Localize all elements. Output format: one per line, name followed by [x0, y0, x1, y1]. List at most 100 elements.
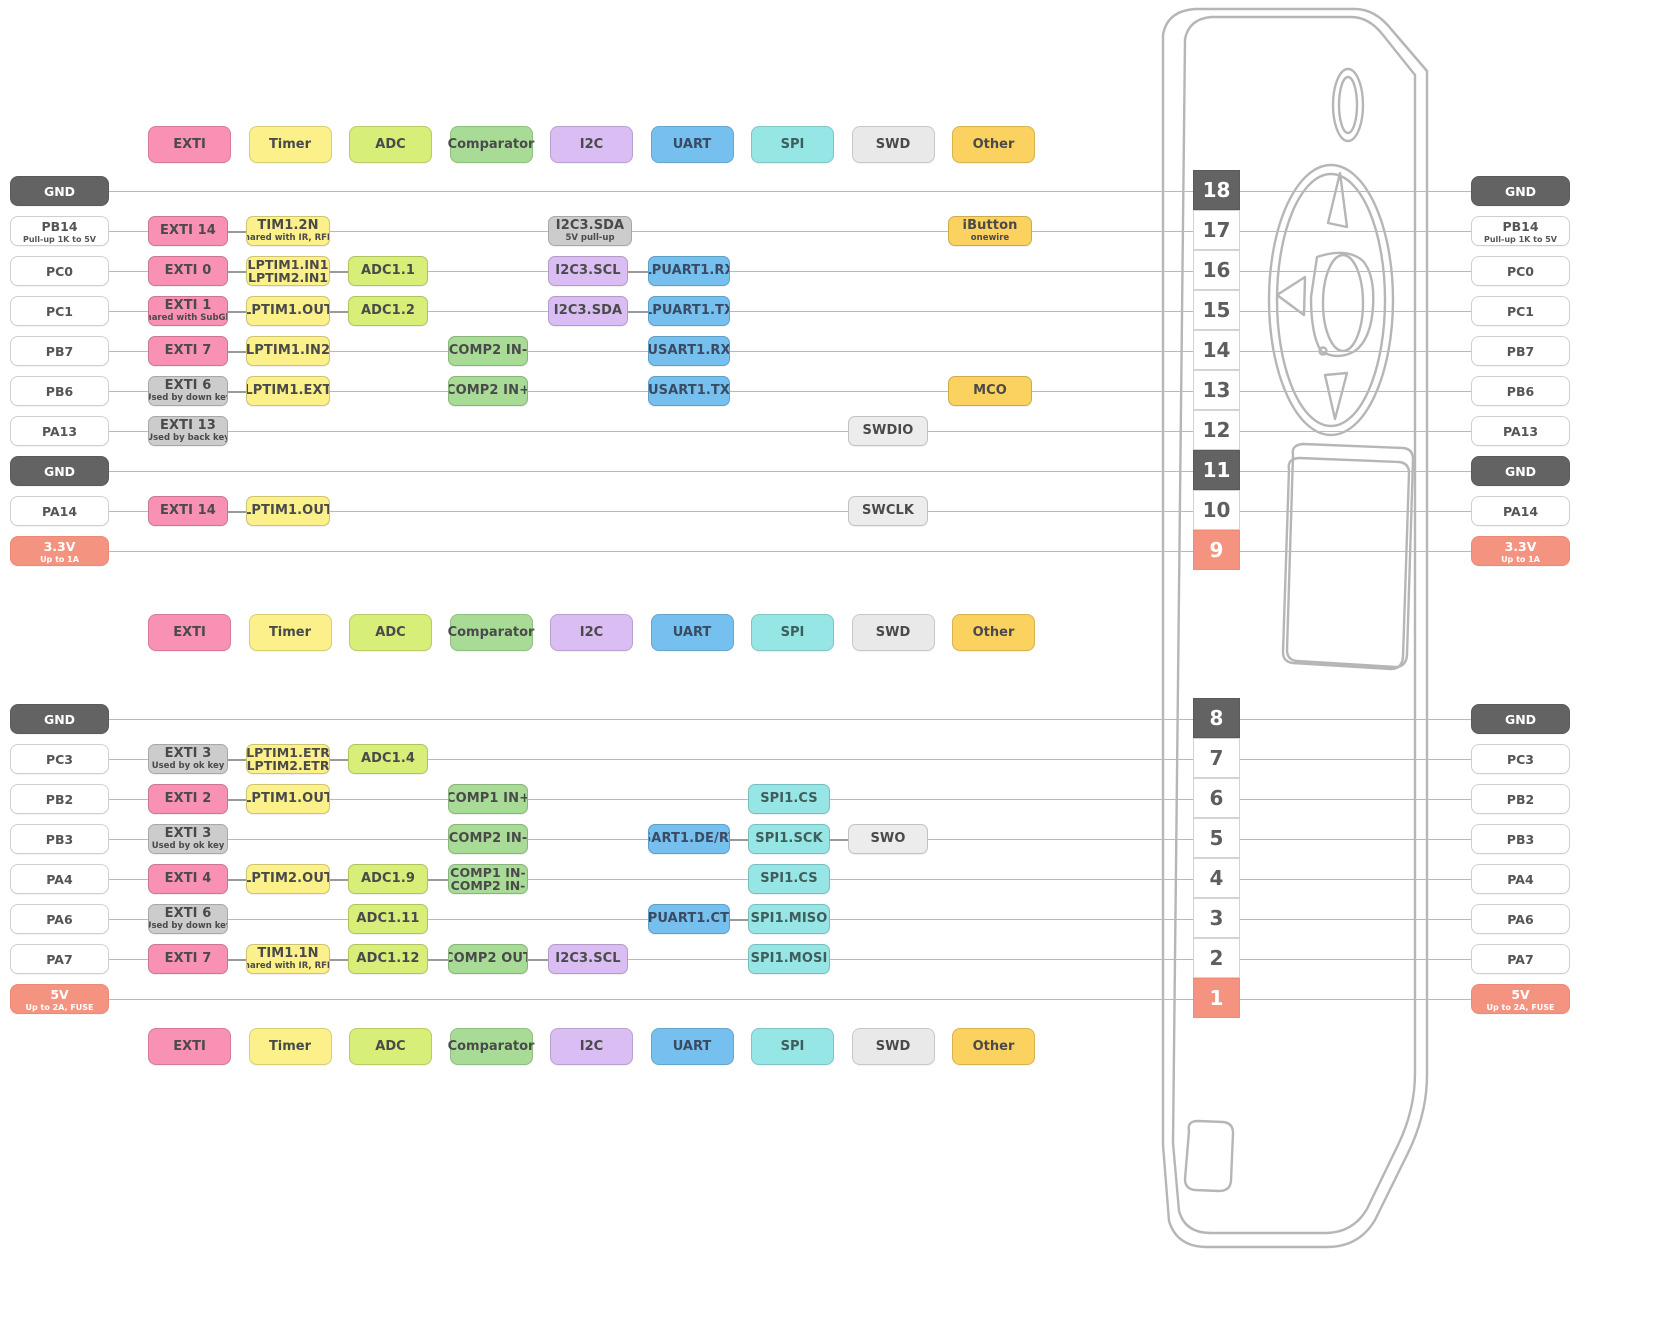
legend-adc[interactable]: ADC	[349, 614, 432, 651]
legend-spi[interactable]: SPI	[751, 1028, 834, 1065]
signal-chip-uart[interactable]: USART1.TX	[648, 376, 730, 406]
legend-spi[interactable]: SPI	[751, 614, 834, 651]
signal-chip-timer[interactable]: LPTIM1.EXT	[246, 376, 330, 406]
signal-chip-uart[interactable]: LPUART1.RX	[648, 256, 730, 286]
legend-timer[interactable]: Timer	[248, 126, 332, 163]
legend-spi[interactable]: SPI	[751, 126, 834, 163]
connector-line	[109, 271, 148, 272]
legend-uart[interactable]: UART	[650, 614, 734, 651]
signal-chip-i2c[interactable]: I2C3.SCL	[548, 944, 628, 974]
legend-comparator[interactable]: Comparator	[448, 1028, 534, 1065]
pin-label-left-11: GND	[10, 456, 109, 486]
signal-chip-adc[interactable]: ADC1.11	[348, 904, 428, 934]
signal-chip-timer[interactable]: TIM1.1Nshared with IR, RFID	[246, 944, 330, 974]
legend-exti[interactable]: EXTI	[148, 126, 231, 163]
signal-chip-exti_gray[interactable]: EXTI 6 Used by down key	[148, 376, 228, 406]
legend-uart[interactable]: UART	[650, 1028, 734, 1065]
legend-i2c[interactable]: I2C	[550, 126, 633, 163]
signal-chip-comparator[interactable]: COMP1 IN+	[448, 784, 528, 814]
connector-line	[428, 311, 548, 312]
signal-chip-uart[interactable]: LPUART1.TX	[648, 296, 730, 326]
signal-chip-timer[interactable]: LPTIM1.IN2	[246, 336, 330, 366]
legend-swd[interactable]: SWD	[851, 1028, 935, 1065]
signal-chip-spi[interactable]: SPI1.MOSI	[748, 944, 830, 974]
signal-chip-adc[interactable]: ADC1.1	[348, 256, 428, 286]
signal-chip-swd[interactable]: SWCLK	[848, 496, 928, 526]
legend-other[interactable]: Other	[952, 614, 1035, 651]
pin-label-text: PB7	[1506, 343, 1535, 359]
legend-adc[interactable]: ADC	[349, 126, 432, 163]
pin-label-right-7: PC3	[1471, 744, 1570, 774]
legend-timer[interactable]: Timer	[248, 1028, 332, 1065]
signal-chip-adc[interactable]: ADC1.12	[348, 944, 428, 974]
signal-chip-spi[interactable]: SPI1.CS	[748, 864, 830, 894]
signal-chip-exti[interactable]: EXTI 7	[148, 336, 228, 366]
signal-chip-label: SWCLK	[861, 503, 915, 519]
signal-chip-timer[interactable]: LPTIM1.OUT	[246, 784, 330, 814]
signal-chip-timer[interactable]: LPTIM1.OUT	[246, 496, 330, 526]
signal-chip-exti_gray[interactable]: EXTI 3 Used by ok key	[148, 744, 228, 774]
legend-timer[interactable]: Timer	[248, 614, 332, 651]
signal-chip-spi[interactable]: SPI1.CS	[748, 784, 830, 814]
signal-chip-uart[interactable]: LPUART1.CTS	[648, 904, 730, 934]
pin-label-text: PA14	[41, 503, 78, 519]
signal-chip-uart[interactable]: USART1.DE/RTS	[648, 824, 730, 854]
signal-chip-exti_gray[interactable]: EXTI 3 Used by ok key	[148, 824, 228, 854]
signal-chip-timer[interactable]: LPTIM2.OUT	[246, 864, 330, 894]
legend-uart[interactable]: UART	[650, 126, 734, 163]
signal-chip-swd[interactable]: SWDIO	[848, 416, 928, 446]
signal-chip-comparator[interactable]: COMP1 IN- COMP2 IN-	[448, 864, 528, 894]
pin-label-text: PB6	[45, 383, 74, 399]
signal-chip-comparator[interactable]: COMP2 IN+	[448, 376, 528, 406]
legend-i2c[interactable]: I2C	[550, 614, 633, 651]
signal-chip-comparator[interactable]: COMP2 OUT	[448, 944, 528, 974]
legend-exti[interactable]: EXTI	[148, 614, 231, 651]
signal-chip-exti[interactable]: EXTI 1Shared with SubGhz	[148, 296, 228, 326]
legend-exti[interactable]: EXTI	[148, 1028, 231, 1065]
signal-chip-exti_gray[interactable]: EXTI 6 Used by down key	[148, 904, 228, 934]
legend-swd[interactable]: SWD	[851, 126, 935, 163]
signal-chip-exti[interactable]: EXTI 14	[148, 216, 228, 246]
connector-line	[830, 959, 1193, 960]
signal-chip-spi[interactable]: SPI1.SCK	[748, 824, 830, 854]
signal-chip-adc[interactable]: ADC1.2	[348, 296, 428, 326]
signal-chip-adc[interactable]: ADC1.4	[348, 744, 428, 774]
pin-label-text: 3.3V	[43, 538, 76, 554]
signal-chip-timer[interactable]: TIM1.2Nshared with IR, RFID	[246, 216, 330, 246]
connector-line	[1240, 231, 1471, 232]
signal-chip-label: LPTIM1.OUT	[246, 303, 330, 319]
signal-chip-exti_gray[interactable]: EXTI 13 Used by back key	[148, 416, 228, 446]
signal-chip-exti[interactable]: EXTI 2	[148, 784, 228, 814]
legend-comparator[interactable]: Comparator	[448, 614, 534, 651]
signal-chip-other[interactable]: iButton onewire	[948, 216, 1032, 246]
signal-chip-comparator[interactable]: COMP2 IN-	[448, 336, 528, 366]
signal-chip-spi[interactable]: SPI1.MISO	[748, 904, 830, 934]
legend-comparator[interactable]: Comparator	[448, 126, 534, 163]
legend-other[interactable]: Other	[952, 1028, 1035, 1065]
signal-chip-timer[interactable]: LPTIM1.ETR LPTIM2.ETR	[246, 744, 330, 774]
signal-chip-other[interactable]: MCO	[948, 376, 1032, 406]
signal-chip-timer[interactable]: LPTIM1.OUT	[246, 296, 330, 326]
signal-chip-i2c[interactable]: I2C3.SCL	[548, 256, 628, 286]
pin-label-text: PB6	[1506, 383, 1535, 399]
signal-chip-i2c[interactable]: I2C3.SDA	[548, 296, 628, 326]
signal-chip-exti[interactable]: EXTI 0	[148, 256, 228, 286]
signal-chip-comparator[interactable]: COMP2 IN-	[448, 824, 528, 854]
signal-chip-subtext: shared with IR, RFID	[247, 960, 330, 971]
signal-chip-uart[interactable]: USART1.RX	[648, 336, 730, 366]
connector-line	[330, 799, 448, 800]
legend-i2c[interactable]: I2C	[550, 1028, 633, 1065]
signal-chip-exti[interactable]: EXTI 14	[148, 496, 228, 526]
legend-swd[interactable]: SWD	[851, 614, 935, 651]
signal-chip-i2c_gray[interactable]: I2C3.SDA 5V pull-up	[548, 216, 632, 246]
connector-line	[628, 959, 748, 960]
connector-line	[109, 551, 1193, 552]
signal-chip-timer[interactable]: LPTIM1.IN1 LPTIM2.IN1	[246, 256, 330, 286]
signal-chip-exti[interactable]: EXTI 4	[148, 864, 228, 894]
signal-chip-adc[interactable]: ADC1.9	[348, 864, 428, 894]
legend-adc[interactable]: ADC	[349, 1028, 432, 1065]
legend-other[interactable]: Other	[952, 126, 1035, 163]
signal-chip-swd[interactable]: SWO	[848, 824, 928, 854]
pin-label-left-10: PA14	[10, 496, 109, 526]
signal-chip-exti[interactable]: EXTI 7	[148, 944, 228, 974]
